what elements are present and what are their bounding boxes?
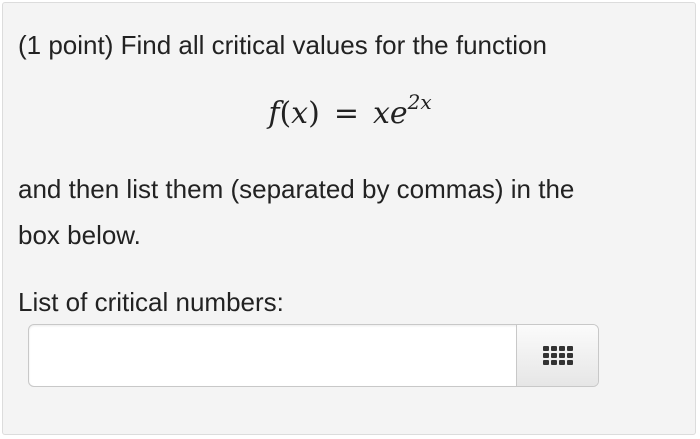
keypad-button[interactable] [516, 325, 598, 386]
equation-rhs-variable: x [372, 96, 390, 131]
instruction-line-2: box below. [18, 220, 141, 250]
problem-intro: (1 point) Find all critical values for t… [18, 30, 547, 60]
equation-lhs-variable: x [291, 96, 309, 131]
keypad-grid-icon [542, 346, 573, 365]
equation-open-paren: ( [279, 96, 292, 131]
answer-label: List of critical numbers: [18, 287, 284, 317]
critical-numbers-input[interactable] [29, 325, 517, 386]
function-equation: f(x) = xe2x [0, 92, 700, 131]
answer-field-group [28, 324, 599, 387]
instruction-line-1: and then list them (separated by commas)… [18, 174, 575, 204]
equation-close-paren: ) [308, 96, 320, 131]
equation-function-name: f [268, 96, 280, 131]
equation-equals: = [333, 96, 359, 131]
equation-exponent: 2x [407, 90, 432, 114]
equation-base: e [389, 96, 408, 131]
